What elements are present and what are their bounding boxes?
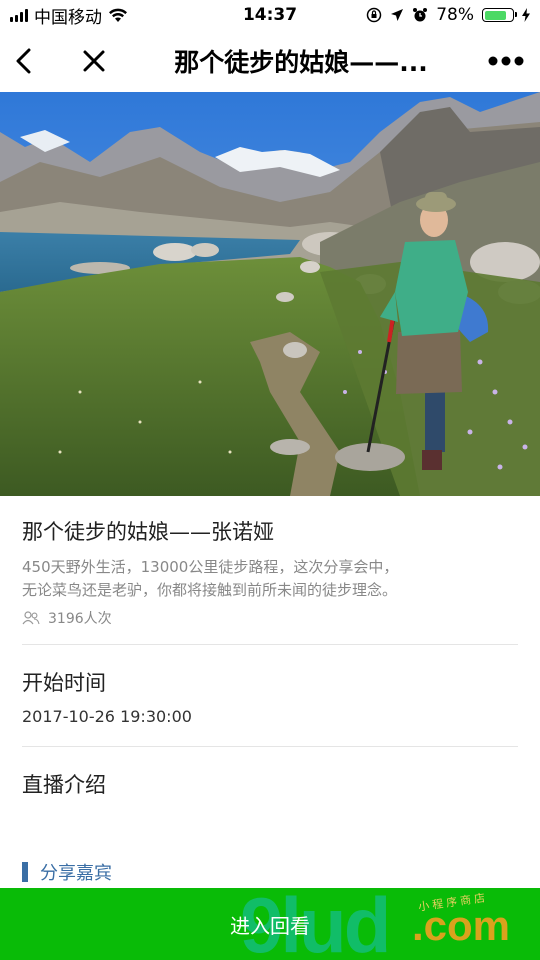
close-icon	[83, 50, 105, 72]
wifi-icon	[109, 8, 127, 22]
battery-icon	[482, 8, 517, 22]
signal-icon	[10, 8, 28, 22]
carrier-label: 中国移动	[34, 7, 102, 28]
battery-percent: 78%	[436, 5, 474, 25]
page-title: 那个徒步的姑娘——...	[174, 48, 428, 77]
more-dots-icon	[488, 56, 524, 66]
nav-bar: 那个徒步的姑娘——...	[0, 30, 540, 92]
view-count: 3196人次	[22, 608, 518, 644]
chevron-left-icon	[16, 48, 31, 74]
start-time-value: 2017-10-26 19:30:00	[22, 707, 192, 726]
more-button[interactable]	[486, 39, 526, 83]
description-line: 450天野外生活，13000公里徒步路程，这次分享会中，	[22, 558, 399, 576]
enter-replay-label: 进入回看	[230, 913, 310, 938]
close-button[interactable]	[72, 39, 116, 83]
guests-label: 分享嘉宾	[40, 863, 112, 884]
enter-replay-button[interactable]: 9lud .com 小 程 序 商 店 进入回看	[0, 888, 540, 960]
description-line: 无论菜鸟还是老驴，你都将接触到前所未闻的徒步理念。	[22, 581, 398, 599]
location-icon	[391, 9, 404, 21]
guests-heading: 分享嘉宾	[22, 859, 518, 885]
alarm-icon	[413, 8, 428, 22]
cover-image	[0, 92, 540, 496]
back-button[interactable]	[2, 39, 46, 83]
start-time-label: 开始时间	[22, 671, 106, 695]
view-count-label: 3196人次	[48, 611, 112, 627]
charging-icon	[522, 8, 530, 22]
rotation-lock-icon	[366, 7, 382, 23]
live-intro-label: 直播介绍	[22, 773, 106, 797]
event-title: 那个徒步的姑娘——张诺娅	[22, 520, 274, 544]
accent-bar	[22, 862, 28, 882]
people-icon	[22, 611, 40, 625]
status-bar: 中国移动 14:37 78%	[0, 0, 540, 30]
event-description: 450天野外生活，13000公里徒步路程，这次分享会中， 无论菜鸟还是老驴，你都…	[22, 556, 518, 602]
